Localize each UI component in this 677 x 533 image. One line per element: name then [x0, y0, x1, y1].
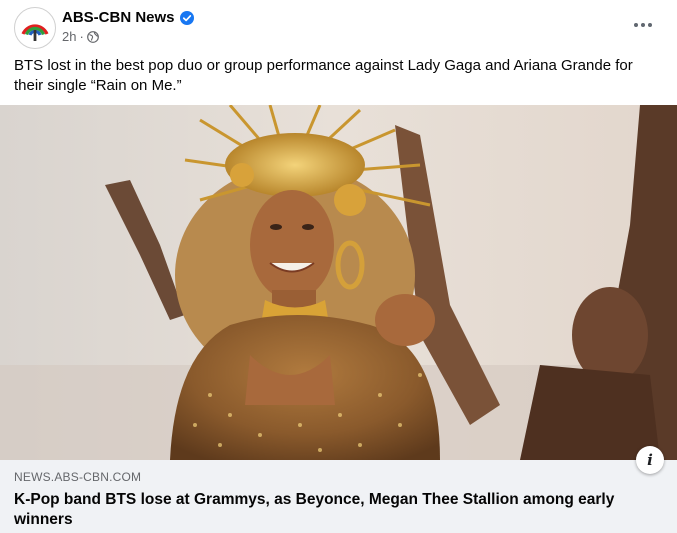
link-preview-card[interactable]: NEWS.ABS-CBN.COM K-Pop band BTS lose at …: [0, 460, 677, 533]
more-dot: [641, 23, 645, 27]
verified-badge-icon: [179, 10, 194, 25]
post-timestamp[interactable]: 2h: [62, 29, 76, 44]
info-icon[interactable]: i: [636, 446, 664, 474]
post-meta: 2h ·: [62, 29, 99, 44]
feed-post: ABS-CBN News 2h · BTS lost in the best p…: [0, 0, 677, 533]
page-name[interactable]: ABS-CBN News: [62, 9, 175, 26]
post-caption: BTS lost in the best pop duo or group pe…: [14, 57, 633, 94]
page-avatar[interactable]: [14, 7, 56, 49]
more-dot: [634, 23, 638, 27]
performer-photo: [0, 105, 677, 460]
globe-icon[interactable]: [86, 30, 99, 43]
more-dot: [648, 23, 652, 27]
link-headline[interactable]: K-Pop band BTS lose at Grammys, as Beyon…: [14, 490, 654, 530]
link-domain: NEWS.ABS-CBN.COM: [14, 470, 142, 484]
page-name-link[interactable]: ABS-CBN News: [62, 9, 194, 26]
meta-separator: ·: [79, 29, 84, 44]
post-photo[interactable]: [0, 105, 677, 460]
abs-cbn-logo-icon: [21, 24, 49, 41]
info-icon-glyph: i: [647, 451, 653, 469]
more-options-button[interactable]: [628, 13, 658, 37]
